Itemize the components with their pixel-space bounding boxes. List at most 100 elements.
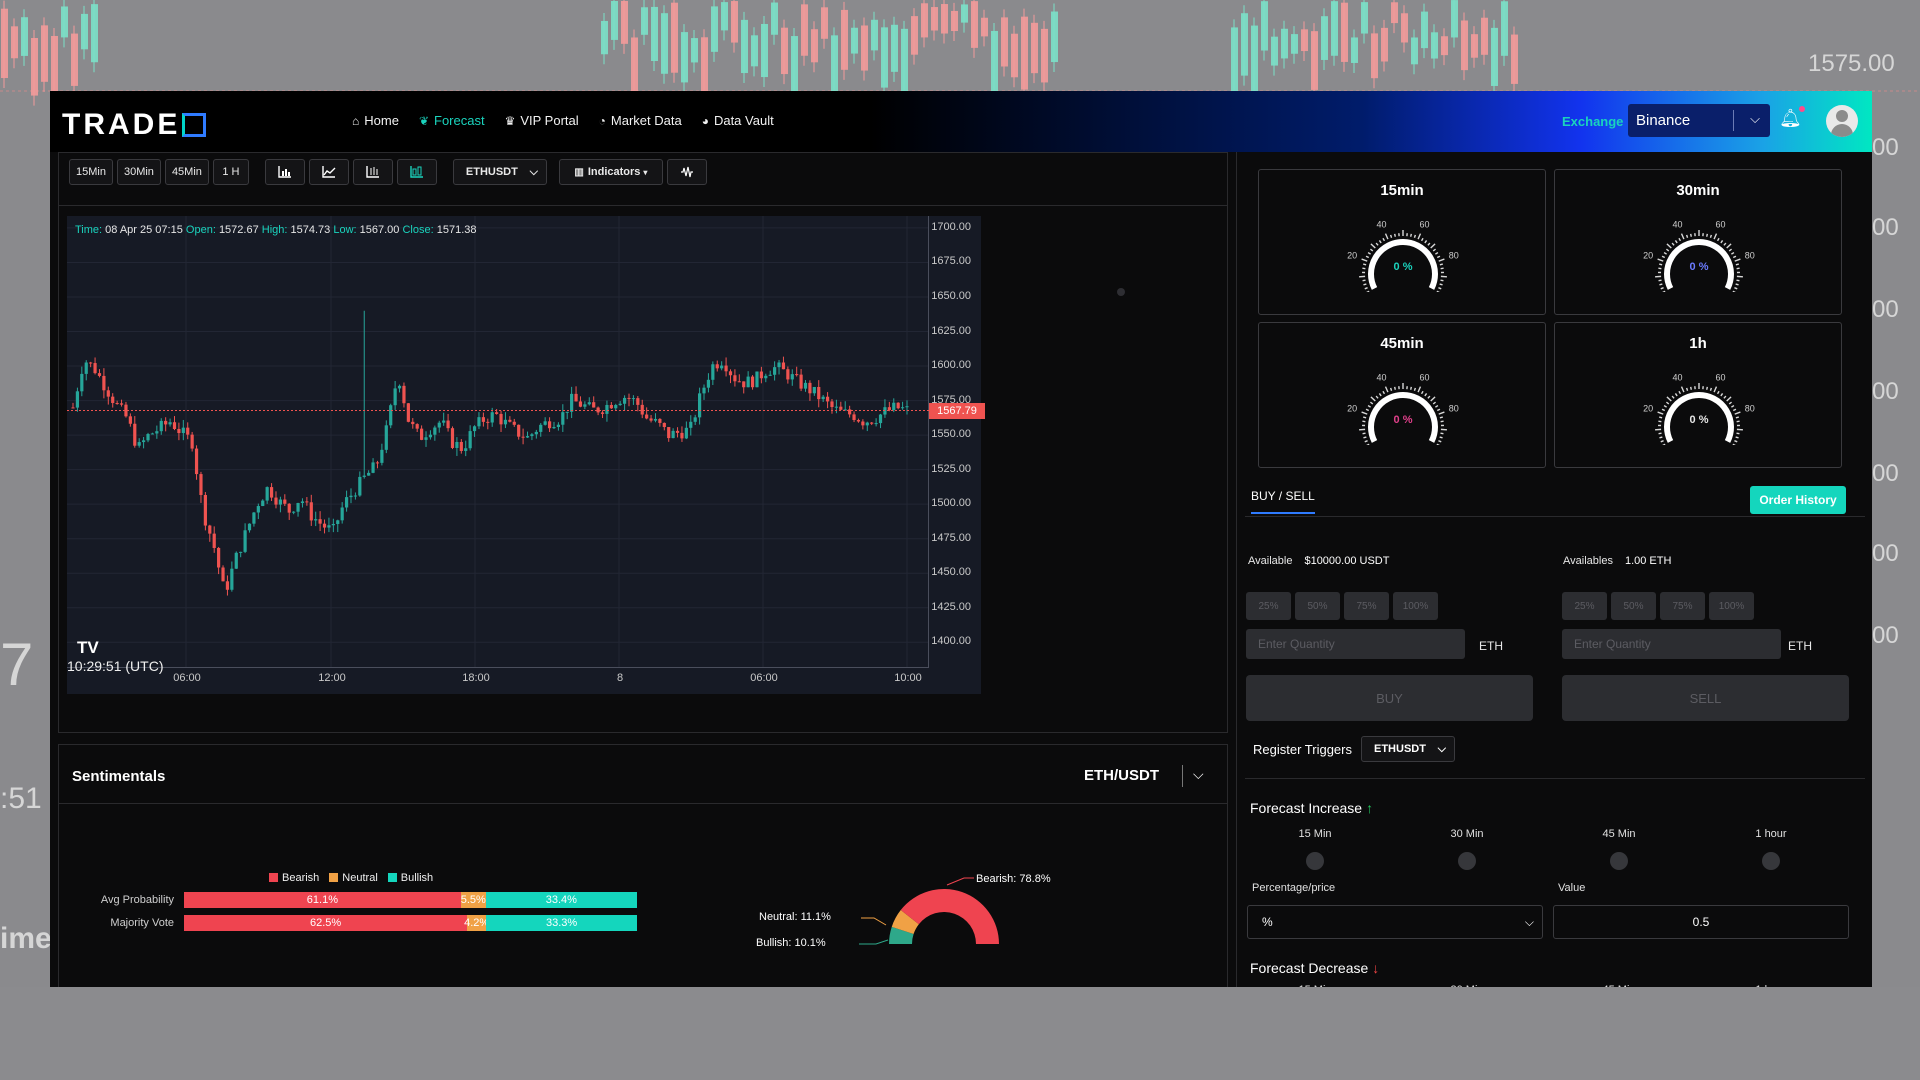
nav-data-vault[interactable]: ◕ Data Vault [702, 113, 774, 128]
interval-label: 45 Min [1602, 828, 1636, 840]
background-candle [751, 35, 758, 67]
background-candle [851, 27, 858, 54]
percentage-select[interactable]: % ⌵ [1247, 905, 1543, 939]
background-candle [941, 4, 948, 34]
sell-button[interactable]: SELL [1562, 675, 1849, 721]
pct-100-button[interactable]: 100% [1709, 592, 1754, 620]
nav-vip-portal[interactable]: ♛ VIP Portal [505, 113, 579, 128]
gauge-tick [1726, 396, 1732, 402]
background-label: 1575.00 [1808, 50, 1895, 77]
buy-available: Available $10000.00 USDT [1248, 555, 1389, 567]
nav-market-data[interactable]: ◔ Market Data [599, 113, 682, 128]
bell-icon[interactable]: 🔔︎ [1779, 106, 1805, 129]
toggle-15min[interactable] [1306, 852, 1324, 870]
candle-body [212, 533, 216, 548]
gauge-tick [1389, 387, 1393, 391]
candlestick-plot[interactable] [67, 216, 929, 668]
indicators-button[interactable]: ▥ Indicators ▾ [558, 159, 663, 185]
pct-25-button[interactable]: 25% [1246, 592, 1291, 620]
background-candle [971, 1, 978, 48]
tradingview-logo[interactable]: TV [77, 638, 99, 658]
gauge-tick [1367, 251, 1371, 255]
pair-select[interactable]: ETH/USDT [1084, 767, 1159, 784]
toggle-1hour[interactable] [1762, 852, 1780, 870]
legend-bearish: Bearish [269, 872, 319, 884]
candle-body [861, 421, 865, 426]
nav-label: Forecast [434, 113, 485, 128]
candle-body [358, 476, 362, 496]
gauge-tick [1366, 443, 1370, 445]
background-candle [1341, 2, 1348, 62]
gauge-tick [1659, 283, 1663, 286]
symbol-select[interactable]: ETHUSDT ⌵ [452, 159, 547, 185]
ohlc-label: Open: [185, 224, 216, 236]
pct-50-button[interactable]: 50% [1295, 592, 1340, 620]
sell-available: Availables 1.00 ETH [1563, 555, 1671, 567]
pct-75-button[interactable]: 75% [1344, 592, 1389, 620]
candle-body [208, 525, 212, 534]
exchange-select[interactable]: Binance ⌵ [1628, 104, 1770, 137]
select-divider [1733, 110, 1734, 131]
interval-1h[interactable]: 1 H [212, 159, 249, 185]
background-label: ime [0, 922, 52, 955]
buy-button[interactable]: BUY [1246, 675, 1533, 721]
background-candle [871, 19, 878, 51]
interval-30min[interactable]: 30Min [116, 159, 161, 185]
bar-chart-icon[interactable] [264, 159, 305, 185]
background-label: 00 [1872, 296, 1899, 323]
chevron-down-icon[interactable]: ⌵ [1193, 766, 1204, 783]
pct-75-button[interactable]: 75% [1660, 592, 1705, 620]
interval-45min[interactable]: 45Min [164, 159, 209, 185]
nav-forecast[interactable]: ❦ Forecast [419, 113, 485, 128]
price-chart[interactable]: Time: 08 Apr 25 07:15 Open: 1572.67 High… [67, 216, 985, 694]
candle-body [574, 393, 578, 402]
interval-15min[interactable]: 15Min [69, 159, 113, 185]
gauge-tick [1709, 387, 1713, 391]
trigger-symbol-select[interactable]: ETHUSDT ⌵ [1361, 736, 1455, 762]
gauge-tick [1424, 240, 1428, 244]
utc-clock: 10:29:51 (UTC) [67, 658, 164, 674]
pct-50-button[interactable]: 50% [1611, 592, 1656, 620]
pct-25-button[interactable]: 25% [1562, 592, 1607, 620]
logo[interactable]: TRADE [62, 108, 207, 142]
gauge-tick [1680, 386, 1685, 393]
nav-home[interactable]: ⌂ Home [352, 113, 399, 128]
sell-quantity-input[interactable] [1562, 629, 1781, 659]
ohlc-readout: Time: 08 Apr 25 07:15 Open: 1572.67 High… [75, 224, 477, 236]
candle-body [530, 434, 534, 437]
background-label: 00 [1872, 134, 1899, 161]
candle-body [583, 404, 587, 407]
row-label: Majority Vote [110, 917, 174, 929]
area-chart-icon[interactable] [396, 159, 437, 185]
toggle-45min[interactable] [1610, 852, 1628, 870]
candle-body [839, 406, 843, 410]
candle-body [239, 551, 243, 553]
top-nav-bar: TRADE ⌂ Home ❦ Forecast ♛ VIP Portal ◔ Marke… [50, 91, 1872, 152]
candle-body [190, 434, 194, 449]
gauge-tick [1364, 287, 1368, 290]
pct-100-button[interactable]: 100% [1393, 592, 1438, 620]
y-tick-label: 1700.00 [931, 220, 971, 233]
candle-body [168, 422, 172, 425]
gauge-scale-label: 60 [1715, 372, 1725, 382]
waveform-icon[interactable] [666, 159, 707, 185]
buy-quantity-input[interactable] [1246, 629, 1465, 659]
gauge-tick [1439, 416, 1443, 419]
gauge-tick [1665, 401, 1670, 405]
candle-body [353, 495, 358, 497]
toggle-30min[interactable] [1458, 852, 1476, 870]
divider [1245, 778, 1865, 779]
candle-body [662, 422, 666, 428]
candle-body [172, 422, 177, 430]
gauge-tick [1735, 283, 1739, 286]
candle-chart-icon[interactable] [352, 159, 393, 185]
line-chart-icon[interactable] [308, 159, 349, 185]
candle-body [799, 374, 803, 389]
tab-buy-sell[interactable]: BUY / SELL [1251, 489, 1315, 514]
value-input[interactable]: 0.5 [1553, 905, 1849, 939]
background-candle [41, 25, 48, 82]
order-history-button[interactable]: Order History [1750, 486, 1846, 514]
avatar[interactable] [1826, 105, 1858, 137]
candle-body [300, 501, 305, 504]
candle-body [746, 376, 750, 388]
